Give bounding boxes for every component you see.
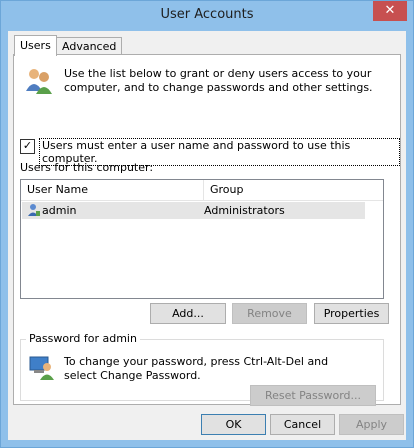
table-row[interactable]: admin Administrators	[22, 202, 365, 219]
password-group-title: Password for admin	[26, 332, 140, 345]
users-tab-panel: Use the list below to grant or deny user…	[13, 54, 401, 406]
user-name-cell: admin	[42, 204, 77, 217]
remove-button[interactable]: Remove	[232, 303, 307, 324]
intro-text: Use the list below to grant or deny user…	[64, 67, 373, 94]
column-header-user-name[interactable]: User Name	[21, 180, 204, 200]
ok-button[interactable]: OK	[201, 414, 266, 435]
tab-users[interactable]: Users	[14, 35, 57, 56]
password-instruction: To change your password, press Ctrl-Alt-…	[64, 355, 329, 382]
dialog-body: Users Advanced Use the list below to gra…	[8, 31, 406, 440]
user-icon	[27, 203, 41, 220]
title-bar[interactable]: User Accounts ✕	[1, 1, 413, 31]
list-header: User Name Group	[21, 180, 383, 201]
add-button[interactable]: Add...	[150, 303, 226, 324]
user-accounts-window: User Accounts ✕ Users Advanced Use the l…	[0, 0, 414, 448]
properties-button[interactable]: Properties	[314, 303, 389, 324]
require-login-checkbox[interactable]: ✓	[20, 139, 35, 154]
close-button[interactable]: ✕	[373, 1, 407, 21]
cancel-button[interactable]: Cancel	[270, 414, 335, 435]
window-title: User Accounts	[160, 7, 254, 22]
users-list[interactable]: User Name Group admin Administrators	[20, 179, 384, 299]
apply-button[interactable]: Apply	[339, 414, 404, 435]
users-list-label: Users for this computer:	[20, 161, 154, 174]
user-password-icon	[28, 353, 56, 384]
reset-password-button[interactable]: Reset Password...	[250, 385, 376, 406]
users-icon	[24, 65, 54, 98]
tab-advanced[interactable]: Advanced	[56, 37, 123, 55]
column-header-group[interactable]: Group	[204, 180, 380, 200]
group-cell: Administrators	[204, 204, 285, 217]
